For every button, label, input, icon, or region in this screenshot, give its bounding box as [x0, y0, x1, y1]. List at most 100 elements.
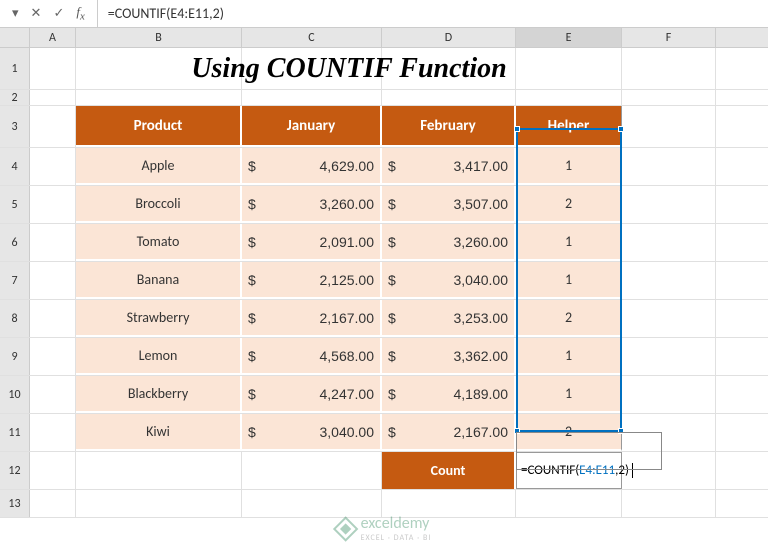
cell-A3[interactable] [30, 106, 76, 147]
cell-feb-10[interactable]: $4,189.00 [382, 376, 516, 413]
cell-D2[interactable] [382, 90, 516, 105]
cell-B12[interactable] [76, 452, 242, 489]
cell-feb-11[interactable]: $2,167.00 [382, 414, 516, 451]
cell-A1[interactable] [30, 48, 76, 89]
cell-F6[interactable] [622, 224, 716, 261]
cell-jan-8[interactable]: $2,167.00 [242, 300, 382, 337]
col-header-F[interactable]: F [622, 28, 716, 47]
cell-product-8[interactable]: Strawberry [76, 300, 242, 337]
cell-E13[interactable] [516, 490, 622, 517]
cell-C13[interactable] [242, 490, 382, 517]
row-header-7[interactable]: 7 [0, 262, 30, 299]
cell-A10[interactable] [30, 376, 76, 413]
formula-cell[interactable]: =COUNTIF(E4:E11,2) [516, 452, 622, 489]
formula-input[interactable]: =COUNTIF(E4:E11,2) [98, 5, 768, 22]
header-january[interactable]: January [242, 106, 382, 147]
cell-F2[interactable] [622, 90, 716, 105]
cell-feb-7[interactable]: $3,040.00 [382, 262, 516, 299]
cell-feb-8[interactable]: $3,253.00 [382, 300, 516, 337]
cancel-icon[interactable]: ✕ [31, 6, 42, 21]
cell-F8[interactable] [622, 300, 716, 337]
cell-A11[interactable] [30, 414, 76, 451]
row-header-8[interactable]: 8 [0, 300, 30, 337]
cell-A2[interactable] [30, 90, 76, 105]
cell-helper-8[interactable]: 2 [516, 300, 622, 337]
dropdown-icon[interactable]: ▾ [12, 6, 19, 21]
cell-jan-10[interactable]: $4,247.00 [242, 376, 382, 413]
cell-F3[interactable] [622, 106, 716, 147]
header-product[interactable]: Product [76, 106, 242, 147]
row-header-10[interactable]: 10 [0, 376, 30, 413]
row-2: 2 [0, 90, 768, 106]
cell-product-6[interactable]: Tomato [76, 224, 242, 261]
cell-F9[interactable] [622, 338, 716, 375]
cell-jan-7[interactable]: $2,125.00 [242, 262, 382, 299]
cell-B2[interactable] [76, 90, 242, 105]
cell-jan-5[interactable]: $3,260.00 [242, 186, 382, 223]
cell-jan-11[interactable]: $3,040.00 [242, 414, 382, 451]
row-header-6[interactable]: 6 [0, 224, 30, 261]
cell-A12[interactable] [30, 452, 76, 489]
cell-helper-10[interactable]: 1 [516, 376, 622, 413]
cell-product-4[interactable]: Apple [76, 148, 242, 185]
header-helper[interactable]: Helper [516, 106, 622, 147]
cell-C2[interactable] [242, 90, 382, 105]
cell-F13[interactable] [622, 490, 716, 517]
cell-F5[interactable] [622, 186, 716, 223]
header-february[interactable]: February [382, 106, 516, 147]
select-all-corner[interactable] [0, 28, 30, 47]
count-label[interactable]: Count [382, 452, 516, 489]
cell-feb-9[interactable]: $3,362.00 [382, 338, 516, 375]
cell-feb-5[interactable]: $3,507.00 [382, 186, 516, 223]
confirm-icon[interactable]: ✓ [53, 6, 64, 21]
col-header-B[interactable]: B [76, 28, 242, 47]
cell-A6[interactable] [30, 224, 76, 261]
cell-product-9[interactable]: Lemon [76, 338, 242, 375]
cell-product-7[interactable]: Banana [76, 262, 242, 299]
cell-feb-4[interactable]: $3,417.00 [382, 148, 516, 185]
row-header-11[interactable]: 11 [0, 414, 30, 451]
row-header-1[interactable]: 1 [0, 48, 30, 89]
cell-feb-6[interactable]: $3,260.00 [382, 224, 516, 261]
cell-jan-4[interactable]: $4,629.00 [242, 148, 382, 185]
cell-F7[interactable] [622, 262, 716, 299]
cell-E2[interactable] [516, 90, 622, 105]
cell-product-5[interactable]: Broccoli [76, 186, 242, 223]
cell-F1[interactable] [622, 48, 716, 89]
row-header-9[interactable]: 9 [0, 338, 30, 375]
cell-jan-6[interactable]: $2,091.00 [242, 224, 382, 261]
cell-A8[interactable] [30, 300, 76, 337]
col-header-A[interactable]: A [30, 28, 76, 47]
row-header-12[interactable]: 12 [0, 452, 30, 489]
cell-product-10[interactable]: Blackberry [76, 376, 242, 413]
cell-F4[interactable] [622, 148, 716, 185]
cell-F10[interactable] [622, 376, 716, 413]
cell-A7[interactable] [30, 262, 76, 299]
cell-product-11[interactable]: Kiwi [76, 414, 242, 451]
col-header-E[interactable]: E [516, 28, 622, 47]
row-header-2[interactable]: 2 [0, 90, 30, 105]
cell-A13[interactable] [30, 490, 76, 517]
cell-helper-5[interactable]: 2 [516, 186, 622, 223]
cell-helper-11[interactable]: 2 [516, 414, 622, 451]
cell-A9[interactable] [30, 338, 76, 375]
row-header-13[interactable]: 13 [0, 490, 30, 517]
row-header-5[interactable]: 5 [0, 186, 30, 223]
row-header-3[interactable]: 3 [0, 106, 30, 147]
cell-helper-4[interactable]: 1 [516, 148, 622, 185]
cell-jan-9[interactable]: $4,568.00 [242, 338, 382, 375]
cell-helper-6[interactable]: 1 [516, 224, 622, 261]
cell-helper-9[interactable]: 1 [516, 338, 622, 375]
cell-D13[interactable] [382, 490, 516, 517]
row-header-4[interactable]: 4 [0, 148, 30, 185]
fx-icon[interactable]: fx [76, 4, 84, 23]
col-header-D[interactable]: D [382, 28, 516, 47]
cell-C12[interactable] [242, 452, 382, 489]
cell-F12[interactable] [622, 452, 716, 489]
cell-A4[interactable] [30, 148, 76, 185]
cell-A5[interactable] [30, 186, 76, 223]
cell-helper-7[interactable]: 1 [516, 262, 622, 299]
cell-F11[interactable] [622, 414, 716, 451]
col-header-C[interactable]: C [242, 28, 382, 47]
cell-B13[interactable] [76, 490, 242, 517]
